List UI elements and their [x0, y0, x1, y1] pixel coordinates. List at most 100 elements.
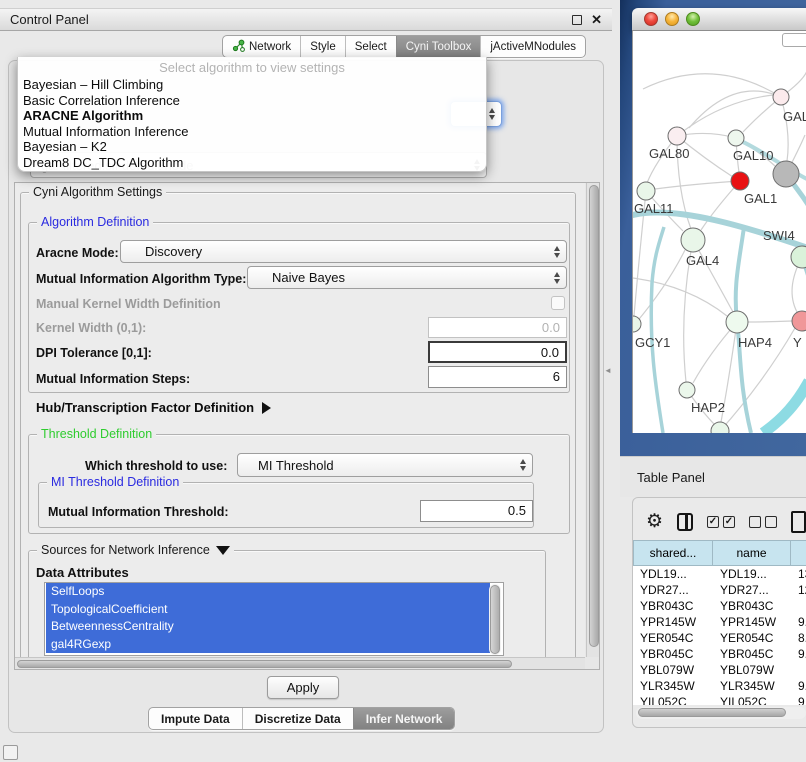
- network-edge[interactable]: [781, 97, 788, 161]
- network-node-hap4[interactable]: [726, 311, 748, 333]
- data-attributes-list[interactable]: SelfLoopsTopologicalCoefficientBetweenne…: [44, 582, 504, 656]
- combo-stepper-icon: [514, 459, 532, 471]
- algorithm-option[interactable]: Mutual Information Inference: [18, 124, 486, 140]
- network-edge[interactable]: [655, 181, 740, 189]
- function-icon[interactable]: [791, 511, 806, 533]
- algorithm-option[interactable]: Dream8 DC_TDC Algorithm: [18, 155, 486, 171]
- network-overlay-box: [782, 33, 806, 47]
- table-cell: [791, 662, 806, 678]
- docked-panel-icon[interactable]: [3, 745, 18, 760]
- manual-kernel-width-checkbox[interactable]: [551, 296, 565, 310]
- tab-impute-data[interactable]: Impute Data: [149, 708, 242, 729]
- select-all-rows-icon[interactable]: ✓✓: [707, 516, 735, 528]
- table-row[interactable]: YDL19...YDL19...13: [633, 566, 806, 582]
- minimize-window-icon[interactable]: [665, 12, 679, 26]
- network-edge-highlight[interactable]: [763, 381, 806, 433]
- table-row[interactable]: YDR27...YDR27...12: [633, 582, 806, 598]
- which-threshold-select[interactable]: MI Threshold: [237, 453, 533, 477]
- list-scrollbar[interactable]: [489, 584, 501, 655]
- tab-select[interactable]: Select: [345, 36, 396, 57]
- node-label: GAL80: [649, 146, 689, 161]
- column-header[interactable]: name: [713, 540, 791, 566]
- network-node-swi4[interactable]: [791, 246, 806, 268]
- network-graph[interactable]: GALGAL80GAL10GAL1GAL11GAL4SWI4GCY1HAP4YH…: [633, 31, 806, 433]
- network-node-gal11[interactable]: [637, 182, 655, 200]
- attribute-list-item[interactable]: BetweennessCentrality: [46, 618, 490, 636]
- table-cell: YDR27...: [633, 582, 713, 598]
- table-cell: YER054C: [713, 630, 791, 646]
- mi-threshold-input[interactable]: 0.5: [420, 500, 533, 522]
- tab-infer-network[interactable]: Infer Network: [353, 708, 455, 729]
- table-row[interactable]: YBR045CYBR045C9.: [633, 646, 806, 662]
- table-row[interactable]: YBR043CYBR043C: [633, 598, 806, 614]
- table-cell: 9: [791, 694, 806, 705]
- settings-vertical-scrollbar[interactable]: [586, 183, 599, 657]
- table-horizontal-scrollbar[interactable]: [636, 707, 806, 719]
- gear-icon[interactable]: ⚙: [646, 512, 663, 532]
- kernel-width-input[interactable]: 0.0: [428, 317, 567, 338]
- settings-horizontal-scrollbar[interactable]: [15, 657, 585, 669]
- tab-cyni-toolbox[interactable]: Cyni Toolbox: [396, 36, 481, 57]
- table-cell: YDL19...: [633, 566, 713, 582]
- split-table-icon[interactable]: [677, 513, 693, 531]
- mi-algorithm-type-label: Mutual Information Algorithm Type:: [36, 272, 246, 286]
- table-row[interactable]: YIL052CYIL052C9: [633, 694, 806, 705]
- data-attributes-label: Data Attributes: [36, 565, 129, 580]
- table-cell: YDL19...: [713, 566, 791, 582]
- network-edge-highlight[interactable]: [651, 227, 664, 433]
- column-header[interactable]: A: [791, 540, 806, 566]
- network-node-gal[interactable]: [773, 89, 789, 105]
- algorithm-definition-title: Algorithm Definition: [37, 215, 153, 229]
- attribute-list-item[interactable]: gal4RGexp: [46, 636, 490, 654]
- attribute-list-item[interactable]: TopologicalCoefficient: [46, 601, 490, 619]
- network-edge[interactable]: [748, 321, 792, 322]
- network-view-canvas[interactable]: GALGAL80GAL10GAL1GAL11GAL4SWI4GCY1HAP4YH…: [632, 31, 806, 433]
- table-row[interactable]: YER054CYER054C8.: [633, 630, 806, 646]
- network-node[interactable]: [773, 161, 799, 187]
- hub-definition-toggle[interactable]: Hub/Transcription Factor Definition: [36, 400, 271, 415]
- table-cell: YPR145W: [633, 614, 713, 630]
- aracne-mode-select[interactable]: Discovery: [120, 240, 567, 263]
- table-header-row: shared... name A: [633, 540, 806, 566]
- dpi-tolerance-input[interactable]: 0.0: [428, 341, 567, 363]
- zoom-window-icon[interactable]: [686, 12, 700, 26]
- table-cell: 12: [791, 582, 806, 598]
- deselect-rows-icon[interactable]: [749, 516, 777, 528]
- table-row[interactable]: YBL079WYBL079W: [633, 662, 806, 678]
- algorithm-option[interactable]: Bayesian – K2: [18, 139, 486, 155]
- which-threshold-label: Which threshold to use:: [85, 459, 227, 473]
- attribute-list-item[interactable]: SelfLoops: [46, 583, 490, 601]
- control-panel-titlebar: Control Panel ✕: [0, 8, 612, 31]
- apply-button[interactable]: Apply: [267, 676, 339, 699]
- network-edge[interactable]: [643, 74, 781, 97]
- mi-steps-input[interactable]: 6: [428, 366, 567, 388]
- network-edge[interactable]: [635, 250, 685, 324]
- network-node-hap2[interactable]: [679, 382, 695, 398]
- float-window-icon[interactable]: [572, 15, 582, 25]
- network-node-y[interactable]: [792, 311, 806, 331]
- network-node-gal10[interactable]: [728, 130, 744, 146]
- network-edge[interactable]: [633, 278, 727, 316]
- network-node-gal1[interactable]: [731, 172, 749, 190]
- tab-style[interactable]: Style: [300, 36, 345, 57]
- algorithm-option[interactable]: ARACNE Algorithm: [18, 108, 486, 124]
- tab-jactivemnodules[interactable]: jActiveMNodules: [480, 36, 585, 57]
- tab-network[interactable]: Network: [223, 36, 300, 57]
- network-edge[interactable]: [677, 95, 773, 136]
- table-row[interactable]: YLR345WYLR345W9.: [633, 678, 806, 694]
- close-icon[interactable]: ✕: [591, 15, 602, 25]
- table-cell: YIL052C: [713, 694, 791, 705]
- table-row[interactable]: YPR145WYPR145W9.: [633, 614, 806, 630]
- column-header[interactable]: shared...: [633, 540, 713, 566]
- network-window-titlebar[interactable]: [632, 8, 806, 31]
- network-node-gal80[interactable]: [668, 127, 686, 145]
- algorithm-option[interactable]: Basic Correlation Inference: [18, 93, 486, 109]
- network-node-gal4[interactable]: [681, 228, 705, 252]
- panel-title: Control Panel: [10, 12, 89, 27]
- mi-algorithm-type-select[interactable]: Naive Bayes: [247, 266, 567, 289]
- close-window-icon[interactable]: [644, 12, 658, 26]
- tab-discretize-data[interactable]: Discretize Data: [242, 708, 353, 729]
- panel-collapse-handle[interactable]: ◄: [604, 366, 612, 375]
- algorithm-option[interactable]: Bayesian – Hill Climbing: [18, 77, 486, 93]
- sources-group-title[interactable]: Sources for Network Inference: [37, 543, 234, 557]
